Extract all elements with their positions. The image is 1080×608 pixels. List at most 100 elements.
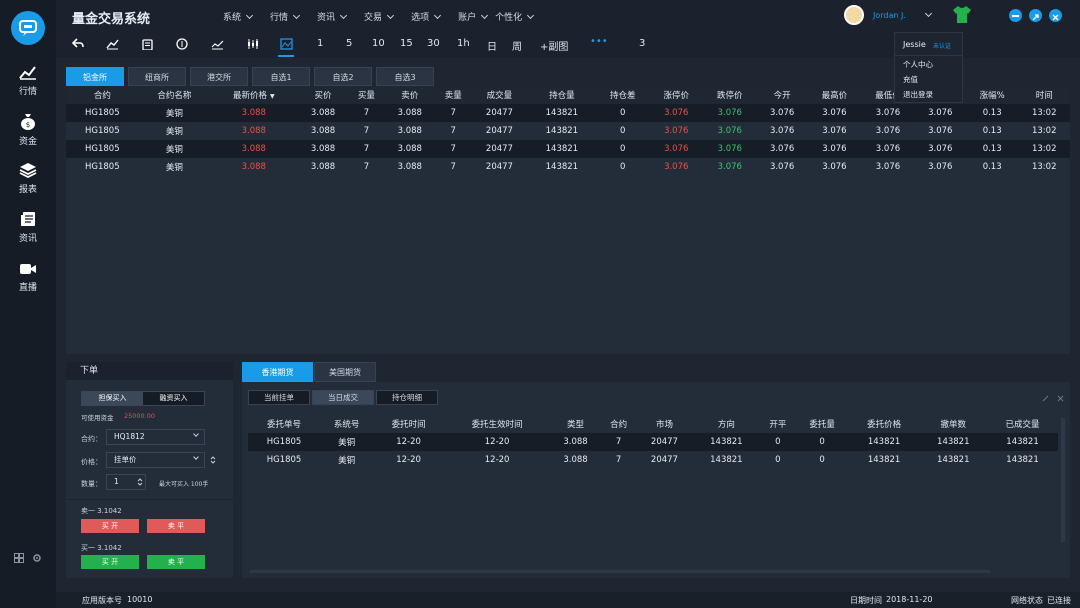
settings-icon[interactable] <box>32 553 42 563</box>
menu-news[interactable]: 资讯 <box>317 10 348 23</box>
coin-icon[interactable] <box>176 38 188 50</box>
table-row[interactable]: HG1805 美铜 3.088 3.088 7 3.088 7 20477 143821 0 3.0… <box>66 158 1070 176</box>
user-name[interactable]: Jordan J. <box>873 11 906 20</box>
table-row[interactable]: HG1805 美铜 3.088 3.088 7 3.088 7 20477 143821 0 3.0… <box>66 104 1070 122</box>
column-header[interactable]: 委托量 <box>795 415 849 433</box>
tab-watchlist-3[interactable]: 自选3 <box>376 67 434 86</box>
verify-status[interactable]: 未认证 <box>933 41 951 50</box>
table-row[interactable]: HG1805 美铜 12-20 12-20 3.088 7 20477 143821 0 0 143… <box>248 433 1058 451</box>
sidebar-item-live[interactable]: 直播 <box>0 262 56 293</box>
avatar[interactable] <box>844 5 864 25</box>
tab-positions[interactable]: 持仓明细 <box>376 390 438 405</box>
clipboard-icon[interactable] <box>142 38 153 50</box>
vertical-scrollbar[interactable] <box>1061 418 1065 542</box>
period-week[interactable]: 周 <box>512 38 522 53</box>
period-1h[interactable]: 1h <box>457 38 470 49</box>
column-header[interactable]: 委托单号 <box>248 415 321 433</box>
more-icon[interactable]: ••• <box>590 36 608 47</box>
period-5m[interactable]: 5 <box>346 38 352 49</box>
column-header[interactable]: 涨幅% <box>965 86 1019 104</box>
trend-chart-icon[interactable] <box>106 38 119 50</box>
column-header[interactable]: 持仓量 <box>527 86 596 104</box>
sell-close-button-2[interactable]: 卖 平 <box>147 555 205 569</box>
close-button[interactable] <box>1049 9 1062 22</box>
sidebar-item-funds[interactable]: $ 资金 <box>0 112 56 147</box>
column-header[interactable]: 委托生效时间 <box>444 415 551 433</box>
column-header[interactable]: 持仓差 <box>595 86 650 104</box>
column-header[interactable]: 市场 <box>636 415 693 433</box>
table-row[interactable]: HG1805 美铜 12-20 12-20 3.088 7 20477 143821 0 0 143… <box>248 451 1058 469</box>
menu-profile[interactable]: 个人中心 <box>903 59 933 70</box>
column-header[interactable]: 撤单数 <box>919 415 988 433</box>
menu-account[interactable]: 账户 <box>458 10 489 23</box>
column-header[interactable]: 合约名称 <box>138 86 211 104</box>
tab-exchange-3[interactable]: 港交所 <box>190 67 248 86</box>
contract-select[interactable]: HQ1812 <box>106 429 205 445</box>
column-header[interactable]: 已成交量 <box>987 415 1058 433</box>
sell-close-button[interactable]: 卖 平 <box>147 519 205 533</box>
maximize-button[interactable] <box>1029 9 1042 22</box>
tab-exchange-2[interactable]: 纽商所 <box>128 67 186 86</box>
tab-hk-futures[interactable]: 香港期货 <box>242 362 313 382</box>
buy-open-button[interactable]: 买 开 <box>81 519 139 533</box>
add-subchart-button[interactable]: +副图 <box>540 38 568 53</box>
column-header[interactable]: 成交量 <box>471 86 528 104</box>
candlestick-icon[interactable] <box>246 38 259 50</box>
column-header[interactable]: 最新价格 ▼ <box>210 86 298 104</box>
column-header[interactable]: 最高价 <box>807 86 862 104</box>
tab-exchange-1[interactable]: 铝金所 <box>66 67 124 86</box>
sidebar-item-news[interactable]: 资讯 <box>0 211 56 244</box>
image-chart-icon[interactable] <box>280 38 293 50</box>
column-header[interactable]: 委托时间 <box>373 415 444 433</box>
column-header[interactable]: 系统号 <box>320 415 374 433</box>
menu-recharge[interactable]: 充值 <box>903 74 918 85</box>
price-select[interactable]: 挂单价 <box>106 452 205 468</box>
period-1m[interactable]: 1 <box>317 38 323 49</box>
column-header[interactable]: 合约 <box>600 415 637 433</box>
menu-quotes[interactable]: 行情 <box>270 10 301 23</box>
horizontal-scrollbar[interactable] <box>250 570 990 573</box>
column-header[interactable]: 时间 <box>1018 86 1070 104</box>
tab-us-futures[interactable]: 美国期货 <box>314 362 376 382</box>
buy-open-button-2[interactable]: 买 开 <box>81 555 139 569</box>
menu-system[interactable]: 系统 <box>223 10 254 23</box>
stepper-icon[interactable] <box>137 477 143 487</box>
back-icon[interactable] <box>72 38 84 50</box>
period-15m[interactable]: 15 <box>400 38 413 49</box>
column-header[interactable]: 合约 <box>66 86 139 104</box>
menu-personalize[interactable]: 个性化 <box>495 10 535 23</box>
tshirt-icon[interactable] <box>952 5 972 24</box>
minimize-button[interactable] <box>1009 9 1022 22</box>
column-header[interactable]: 今开 <box>756 86 808 104</box>
sidebar-item-reports[interactable]: 报表 <box>0 162 56 195</box>
tab-today-trades[interactable]: 当日成交 <box>312 390 374 405</box>
tab-pending-orders[interactable]: 当前挂单 <box>248 390 310 405</box>
period-day[interactable]: 日 <box>487 38 497 53</box>
tab-financing-buy[interactable]: 融资买入 <box>143 392 204 405</box>
sidebar-item-quotes[interactable]: 行情 <box>0 64 56 97</box>
column-header[interactable]: 买价 <box>297 86 349 104</box>
column-header[interactable]: 跌停价 <box>703 86 757 104</box>
app-logo[interactable] <box>11 11 45 45</box>
menu-trade[interactable]: 交易 <box>364 10 395 23</box>
column-header[interactable]: 开平 <box>760 415 796 433</box>
period-10m[interactable]: 10 <box>372 38 385 49</box>
column-header[interactable]: 卖量 <box>435 86 472 104</box>
column-header[interactable]: 涨停价 <box>649 86 704 104</box>
sort-desc-icon[interactable]: ▼ <box>270 93 275 100</box>
close-icon[interactable] <box>1057 395 1064 402</box>
tab-watchlist-1[interactable]: 自选1 <box>252 67 310 86</box>
menu-options[interactable]: 选项 <box>411 10 442 23</box>
column-header[interactable]: 方向 <box>692 415 761 433</box>
column-header[interactable]: 委托价格 <box>848 415 920 433</box>
grid-icon[interactable] <box>14 553 24 563</box>
tab-watchlist-2[interactable]: 自选2 <box>314 67 372 86</box>
table-row[interactable]: HG1805 美铜 3.088 3.088 7 3.088 7 20477 143821 0 3.0… <box>66 122 1070 140</box>
column-header[interactable]: 买量 <box>348 86 385 104</box>
column-header[interactable]: 类型 <box>550 415 601 433</box>
table-row[interactable]: HG1805 美铜 3.088 3.088 7 3.088 7 20477 143821 0 3.0… <box>66 140 1070 158</box>
line-chart-icon[interactable] <box>211 38 224 50</box>
tab-margin-buy[interactable]: 担保买入 <box>82 392 143 405</box>
edit-icon[interactable] <box>1042 395 1049 402</box>
chevron-down-icon[interactable] <box>924 9 933 18</box>
